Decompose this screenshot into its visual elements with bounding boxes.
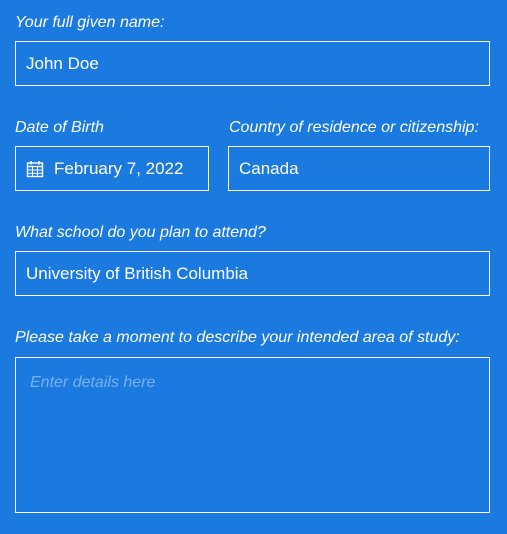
school-value: University of British Columbia xyxy=(26,263,249,283)
country-input[interactable]: Canada xyxy=(228,146,490,191)
study-textarea[interactable] xyxy=(15,357,490,513)
country-label: Country of residence or citizenship: xyxy=(229,119,479,136)
school-label: What school do you plan to attend? xyxy=(15,224,266,241)
school-input[interactable]: University of British Columbia xyxy=(15,251,490,296)
full-name-input[interactable]: John Doe xyxy=(15,41,490,86)
full-name-label: Your full given name: xyxy=(15,14,165,31)
dob-value: February 7, 2022 xyxy=(54,158,184,178)
country-value: Canada xyxy=(239,158,299,178)
study-label: Please take a moment to describe your in… xyxy=(15,329,460,346)
full-name-value: John Doe xyxy=(26,53,99,73)
dob-input[interactable]: February 7, 2022 xyxy=(15,146,209,191)
dob-label: Date of Birth xyxy=(15,119,104,136)
calendar-icon xyxy=(26,160,44,178)
